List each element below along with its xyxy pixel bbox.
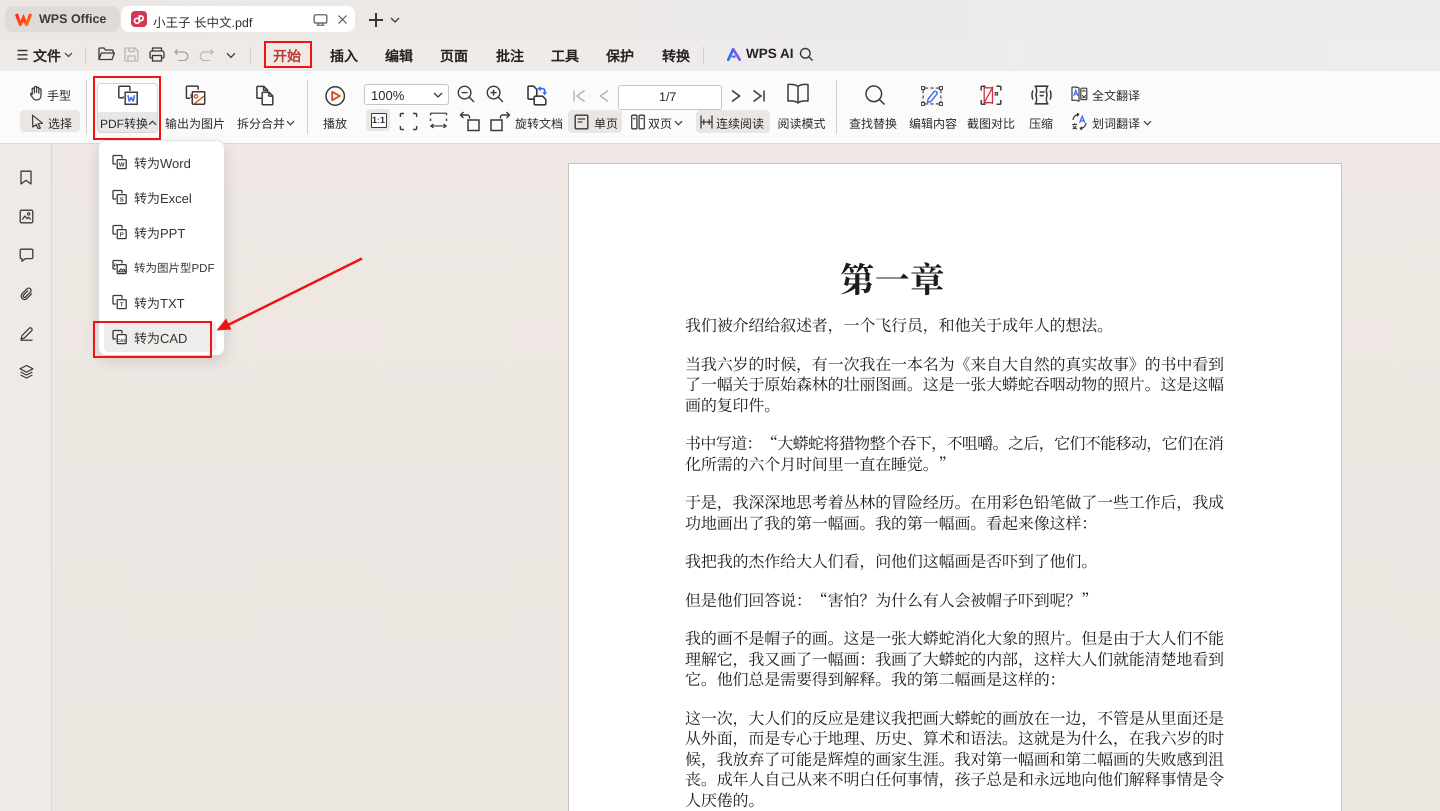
svg-text:T: T	[120, 302, 124, 309]
svg-text:P: P	[120, 232, 124, 239]
svg-text:W: W	[119, 162, 125, 169]
svg-text:S: S	[120, 197, 124, 204]
